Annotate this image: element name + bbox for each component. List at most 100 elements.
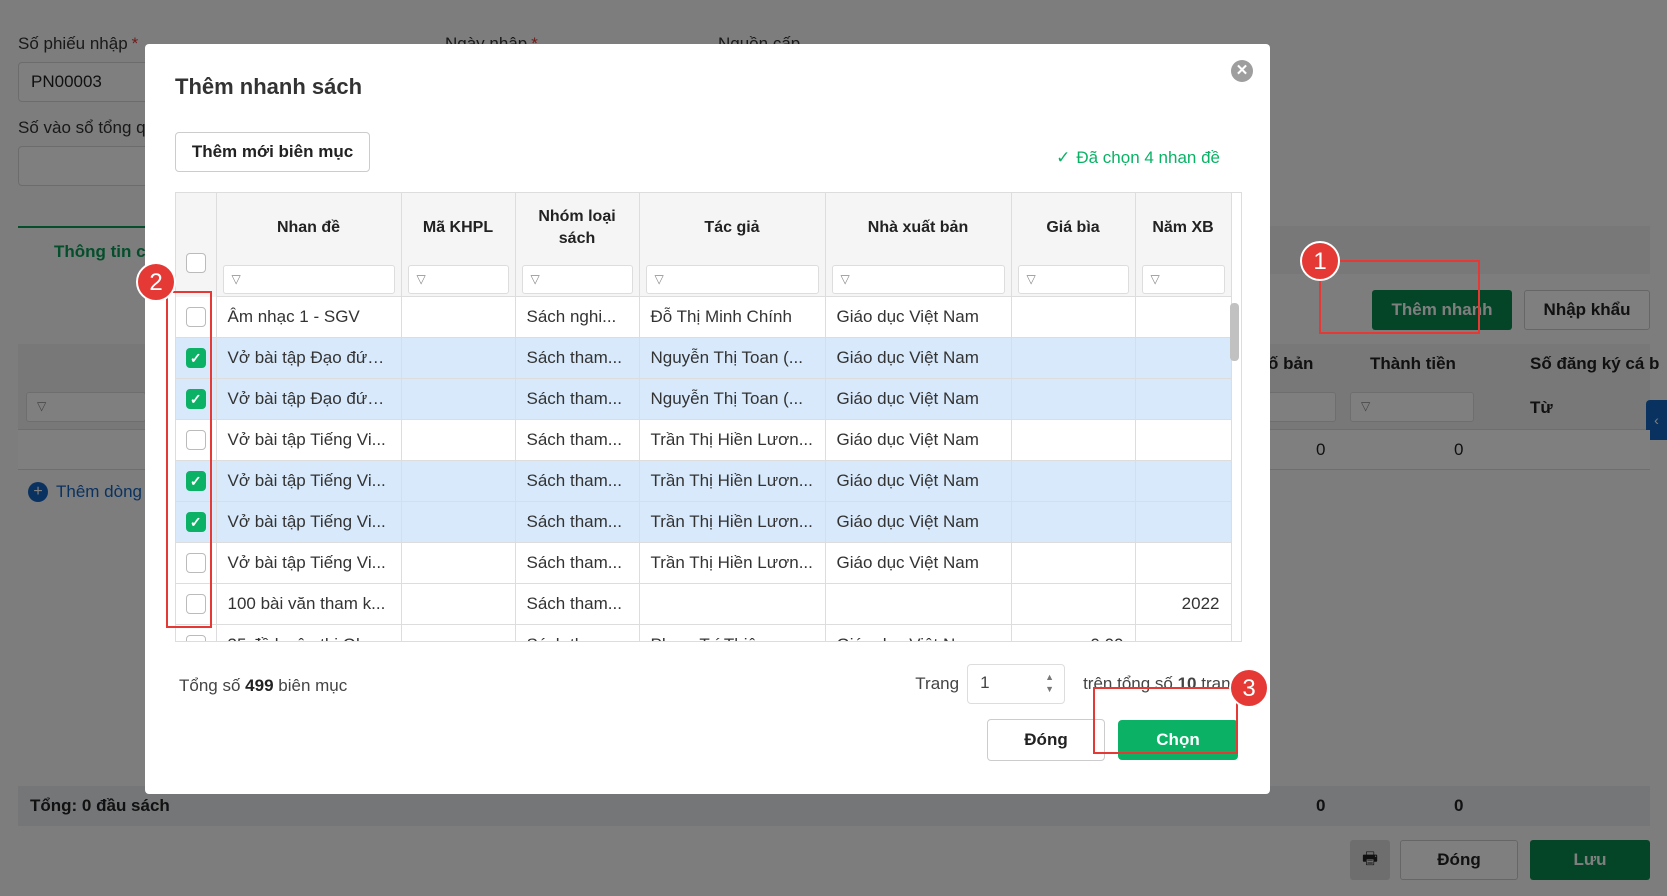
cell-year bbox=[1135, 296, 1232, 338]
cell-publisher: Giáo dục Việt Nam bbox=[825, 296, 1012, 338]
cell-title: Âm nhạc 1 - SGV bbox=[216, 296, 402, 338]
filter-publisher-input[interactable]: ▽ bbox=[831, 265, 1005, 294]
step-badge-3: 3 bbox=[1229, 668, 1269, 708]
cell-publisher: Giáo dục Việt Nam bbox=[825, 419, 1012, 461]
cell-author: Trần Thị Hiền Lươn... bbox=[639, 419, 826, 461]
highlight-quick-add bbox=[1319, 260, 1480, 334]
cell-author bbox=[639, 583, 826, 625]
filter-price-input[interactable]: ▽ bbox=[1017, 265, 1129, 294]
cell-code bbox=[401, 419, 516, 461]
cell-publisher: Giáo dục Việt Nam bbox=[825, 378, 1012, 420]
cell-code bbox=[401, 296, 516, 338]
cell-year bbox=[1135, 419, 1232, 461]
cell-title: 35 đề luyện thi Oly... bbox=[216, 624, 402, 641]
cell-year: 2022 bbox=[1135, 583, 1232, 625]
cell-publisher: Giáo dục Việt Nam bbox=[825, 460, 1012, 502]
cell-code bbox=[401, 337, 516, 379]
cell-price bbox=[1011, 501, 1136, 543]
cell-code bbox=[401, 460, 516, 502]
table-row[interactable]: ✓ Vở bài tập Đạo đức 2 Sách tham... Nguyễn … bbox=[176, 337, 1232, 379]
modal-title: Thêm nhanh sách bbox=[175, 74, 363, 99]
select-all-checkbox[interactable] bbox=[185, 253, 206, 274]
col-header-year[interactable]: Năm XB bbox=[1135, 193, 1232, 263]
row-checkbox[interactable] bbox=[185, 635, 206, 641]
cell-group: Sách tham... bbox=[515, 378, 640, 420]
col-header-title[interactable]: Nhan đề bbox=[216, 193, 402, 263]
cell-code bbox=[401, 501, 516, 543]
step-badge-2: 2 bbox=[136, 262, 176, 302]
quick-add-modal: Thêm nhanh sách ✕ Thêm mới biên mục ✓ Đã … bbox=[145, 44, 1270, 794]
col-header-author[interactable]: Tác giả bbox=[639, 193, 826, 263]
cell-group: Sách tham... bbox=[515, 501, 640, 543]
stepper-icon[interactable]: ▲ ▼ bbox=[1045, 671, 1054, 695]
table-row[interactable]: Vở bài tập Tiếng Vi... Sách tham... Trần T… bbox=[176, 542, 1232, 584]
cell-group: Sách tham... bbox=[515, 624, 640, 641]
close-icon[interactable]: ✕ bbox=[1231, 60, 1253, 82]
cell-title: Vở bài tập Tiếng Vi... bbox=[216, 542, 402, 584]
add-new-catalog-button[interactable]: Thêm mới biên mục bbox=[175, 132, 370, 172]
table-row[interactable]: ✓ Vở bài tập Tiếng Vi... Sách tham... Trần … bbox=[176, 460, 1232, 502]
table-row[interactable]: 35 đề luyện thi Oly... Sách tham...Phạm T… bbox=[176, 624, 1232, 641]
cell-group: Sách tham... bbox=[515, 460, 640, 502]
cell-year bbox=[1135, 542, 1232, 584]
cell-price: 0,00 bbox=[1011, 624, 1136, 641]
cell-title: 100 bài văn tham k... bbox=[216, 583, 402, 625]
filter-code-input[interactable]: ▽ bbox=[407, 265, 509, 294]
table-row[interactable]: ✓ Vở bài tập Tiếng Vi... Sách tham... Trần … bbox=[176, 501, 1232, 543]
cell-price bbox=[1011, 296, 1136, 338]
cell-author: Phạm Trí Thiện bbox=[639, 624, 826, 641]
select-all-cell bbox=[176, 193, 217, 297]
cell-author: Trần Thị Hiền Lươn... bbox=[639, 460, 826, 502]
cell-year bbox=[1135, 460, 1232, 502]
selected-info: ✓ Đã chọn 4 nhan đề bbox=[1056, 148, 1220, 167]
grid-scrollbar[interactable] bbox=[1230, 303, 1239, 361]
total-count: Tổng số 499 biên mục bbox=[179, 676, 348, 695]
filter-author-input[interactable]: ▽ bbox=[645, 265, 819, 294]
cell-price bbox=[1011, 378, 1136, 420]
cell-title: Vở bài tập Tiếng Vi... bbox=[216, 501, 402, 543]
cell-author: Trần Thị Hiền Lươn... bbox=[639, 542, 826, 584]
cell-publisher: Giáo dục Việt Nam bbox=[825, 337, 1012, 379]
cell-group: Sách tham... bbox=[515, 419, 640, 461]
table-row[interactable]: 100 bài văn tham k... Sách tham... 2022 bbox=[176, 583, 1232, 625]
cell-code bbox=[401, 583, 516, 625]
cell-year bbox=[1135, 337, 1232, 379]
highlight-checkboxes bbox=[166, 291, 212, 628]
cell-code bbox=[401, 624, 516, 641]
col-header-publisher[interactable]: Nhà xuất bản bbox=[825, 193, 1012, 263]
cell-year bbox=[1135, 501, 1232, 543]
cell-publisher: Giáo dục Việt Nam bbox=[825, 542, 1012, 584]
cell-year bbox=[1135, 624, 1232, 641]
cell-code bbox=[401, 378, 516, 420]
table-row[interactable]: Âm nhạc 1 - SGV Sách nghi... Đỗ Thị Minh C… bbox=[176, 296, 1232, 338]
book-grid: Nhan đề Mã KHPL Nhóm loại sách Tác giả N… bbox=[175, 192, 1242, 642]
cell-group: Sách tham... bbox=[515, 583, 640, 625]
col-header-group[interactable]: Nhóm loại sách bbox=[515, 193, 640, 263]
step-badge-1: 1 bbox=[1300, 241, 1340, 281]
cell-title: Vở bài tập Tiếng Vi... bbox=[216, 460, 402, 502]
cell-publisher: Giáo dục Việt Nam bbox=[825, 624, 1012, 641]
cell-price bbox=[1011, 542, 1136, 584]
cell-year bbox=[1135, 378, 1232, 420]
close-button[interactable]: Đóng bbox=[987, 719, 1105, 761]
cell-title: Vở bài tập Đạo đức 2 bbox=[216, 378, 402, 420]
cell-price bbox=[1011, 419, 1136, 461]
cell-price bbox=[1011, 337, 1136, 379]
filter-group-input[interactable]: ▽ bbox=[521, 265, 633, 294]
cell-author: Nguyễn Thị Toan (... bbox=[639, 378, 826, 420]
filter-year-input[interactable]: ▽ bbox=[1141, 265, 1225, 294]
col-header-code[interactable]: Mã KHPL bbox=[401, 193, 516, 263]
cell-author: Trần Thị Hiền Lươn... bbox=[639, 501, 826, 543]
cell-title: Vở bài tập Tiếng Vi... bbox=[216, 419, 402, 461]
cell-title: Vở bài tập Đạo đức 2 bbox=[216, 337, 402, 379]
cell-group: Sách tham... bbox=[515, 337, 640, 379]
page-number-input[interactable]: 1 ▲ ▼ bbox=[967, 664, 1066, 704]
table-row[interactable]: Vở bài tập Tiếng Vi... Sách tham... Trần T… bbox=[176, 419, 1232, 461]
highlight-choose bbox=[1093, 687, 1238, 754]
col-header-price[interactable]: Giá bìa bbox=[1011, 193, 1136, 263]
table-row[interactable]: ✓ Vở bài tập Đạo đức 2 Sách tham... Nguyễn … bbox=[176, 378, 1232, 420]
filter-title-input[interactable]: ▽ bbox=[222, 265, 395, 294]
cell-price bbox=[1011, 460, 1136, 502]
cell-group: Sách nghi... bbox=[515, 296, 640, 338]
cell-publisher: Giáo dục Việt Nam bbox=[825, 501, 1012, 543]
